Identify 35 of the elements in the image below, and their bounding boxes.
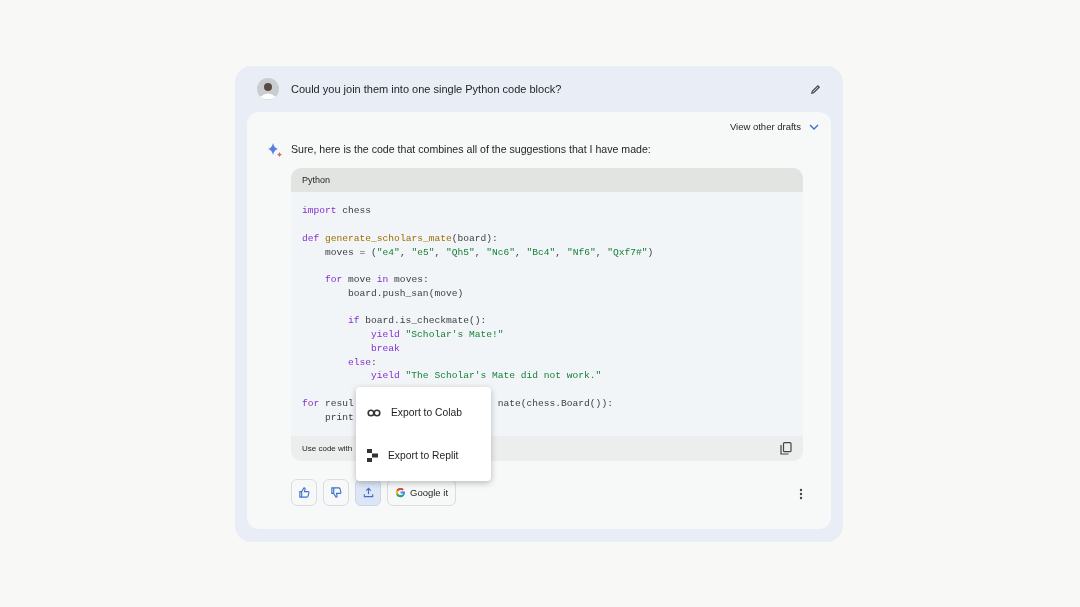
colab-icon bbox=[367, 408, 381, 417]
code-line: for resul bbox=[302, 397, 354, 409]
prompt-text: Could you join them into one single Python code block? bbox=[291, 81, 562, 97]
copy-icon[interactable] bbox=[780, 442, 792, 456]
menu-item[interactable]: Export to Replit bbox=[356, 434, 491, 477]
code-line: yield "The Scholar's Mate did not work." bbox=[371, 370, 602, 382]
code-line: board.push_san(move) bbox=[348, 287, 464, 299]
code-line: if board.is_checkmate(): bbox=[348, 315, 487, 327]
code-line: break bbox=[371, 342, 400, 354]
code-line: else: bbox=[348, 356, 377, 368]
code-line: for move in moves: bbox=[325, 274, 429, 285]
thumbs-up-icon bbox=[297, 486, 311, 500]
more-icon[interactable] bbox=[799, 487, 803, 500]
code-line: moves = ("e4", "e5", "Qh5", "Nc6", "Bc4", "Nf6", "Qxf7#") bbox=[325, 246, 654, 258]
footer-text: Use code with bbox=[302, 442, 353, 455]
view-drafts-link[interactable]: View other drafts bbox=[729, 120, 801, 135]
chevron-down-icon[interactable] bbox=[809, 123, 819, 131]
response-text: Sure, here is the code that combines all of the suggestions that I have made: bbox=[291, 142, 651, 158]
share-button[interactable] bbox=[355, 479, 381, 507]
sparkle-icon bbox=[267, 142, 283, 159]
code-line: import chess bbox=[302, 205, 372, 217]
share-icon bbox=[361, 486, 375, 500]
code-line: nate(chess.Board()): bbox=[497, 397, 613, 409]
code-line: def generate_scholars_mate(board): bbox=[302, 232, 498, 244]
thumbs-down-button[interactable] bbox=[323, 479, 349, 507]
thumbs-down-icon bbox=[329, 486, 343, 500]
code-line: print bbox=[325, 411, 354, 423]
language-label: Python bbox=[302, 173, 331, 187]
code-line: yield "Scholar's Mate!" bbox=[371, 329, 504, 340]
avatar bbox=[257, 78, 279, 100]
google-g-icon bbox=[395, 487, 406, 499]
menu-item[interactable]: Export to Colab bbox=[356, 391, 491, 434]
replit-icon bbox=[367, 449, 378, 462]
edit-icon[interactable] bbox=[810, 83, 821, 95]
thumbs-up-button[interactable] bbox=[291, 479, 317, 507]
